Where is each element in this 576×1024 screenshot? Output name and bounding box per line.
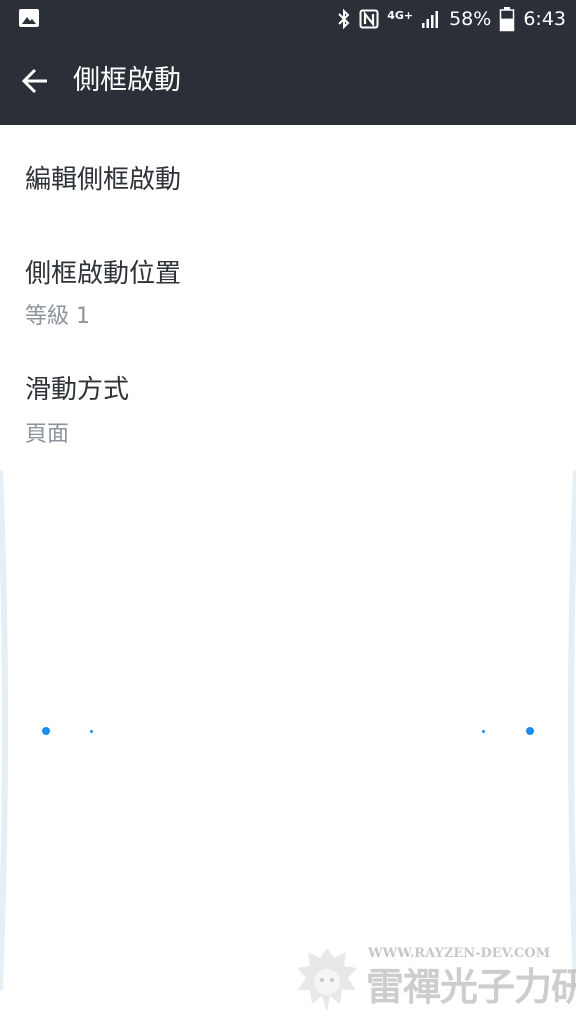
pref-summary: 頁面 <box>25 422 70 447</box>
watermark-name: 雷禪光子力研究所 <box>366 965 576 1009</box>
edge-indicator-dot <box>526 727 534 735</box>
gallery-icon <box>19 9 39 27</box>
status-bar: 4G+ 58% 6:43 <box>0 0 576 37</box>
pref-title: 側框啟動位置 <box>25 259 182 289</box>
signal-icon <box>422 10 439 28</box>
edge-sense-curve <box>0 470 576 990</box>
back-button[interactable] <box>10 57 60 105</box>
battery-percent: 58% <box>449 7 492 30</box>
watermark-logo-icon <box>297 948 357 1012</box>
clock: 6:43 <box>523 7 566 30</box>
pref-summary: 等級 1 <box>25 304 90 329</box>
edge-indicator-dot <box>90 730 93 733</box>
bluetooth-icon <box>338 8 350 29</box>
edge-indicator-dot <box>42 727 50 735</box>
app-bar: 側框啟動 <box>0 37 576 125</box>
page-title: 側框啟動 <box>73 65 181 96</box>
nfc-icon <box>359 9 379 28</box>
edge-launch-position-item[interactable]: 側框啟動位置 等級 1 <box>0 243 576 343</box>
watermark-url: WWW.RAYZEN-DEV.COM <box>368 946 551 961</box>
pref-title: 編輯側框啟動 <box>25 165 182 195</box>
network-type-label: 4G+ <box>387 9 414 22</box>
battery-icon <box>500 6 515 31</box>
edge-indicator-dot <box>482 730 485 733</box>
edit-edge-launch-item[interactable]: 編輯側框啟動 <box>0 145 576 221</box>
arrow-left-icon <box>21 68 47 94</box>
swipe-mode-item[interactable]: 滑動方式 頁面 <box>0 361 576 461</box>
pref-title: 滑動方式 <box>25 375 130 405</box>
screen: 4G+ 58% 6:43 側框啟動 編輯側框啟動 側框啟動位置 等級 1 滑動方… <box>0 0 576 1024</box>
status-icons: 4G+ 58% 6:43 <box>337 0 566 37</box>
watermark: WWW.RAYZEN-DEV.COM 雷禪光子力研究所 <box>292 940 576 1020</box>
